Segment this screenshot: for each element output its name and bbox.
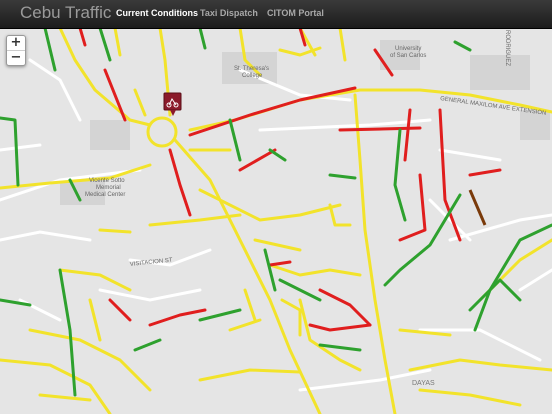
top-navbar: Cebu Traffic Current Conditions Taxi Dis… [0,0,552,29]
nav-current-conditions[interactable]: Current Conditions [116,8,198,18]
app-brand[interactable]: Cebu Traffic [20,3,111,23]
traffic-map[interactable]: St. Theresa's College University of San … [0,28,552,414]
label-memorial: Memorial [96,185,121,191]
label-medical-center: Medical Center [85,192,125,198]
label-st-theresas: St. Theresa's [234,66,269,72]
label-vicente-sotto: Vicente Sotto [89,178,125,184]
label-college: College [242,73,263,79]
zoom-in-button[interactable]: + [7,36,25,50]
label-rodriguez: RODRIGUEZ [504,30,510,66]
zoom-out-button[interactable]: − [7,50,25,65]
nav-citom-portal[interactable]: CITOM Portal [267,8,324,18]
zoom-control: + − [6,35,26,66]
label-of-san-carlos: of San Carlos [390,53,426,59]
label-university: University [395,46,421,52]
label-days: DAYAS [412,380,435,387]
nav-taxi-dispatch[interactable]: Taxi Dispatch [200,8,258,18]
